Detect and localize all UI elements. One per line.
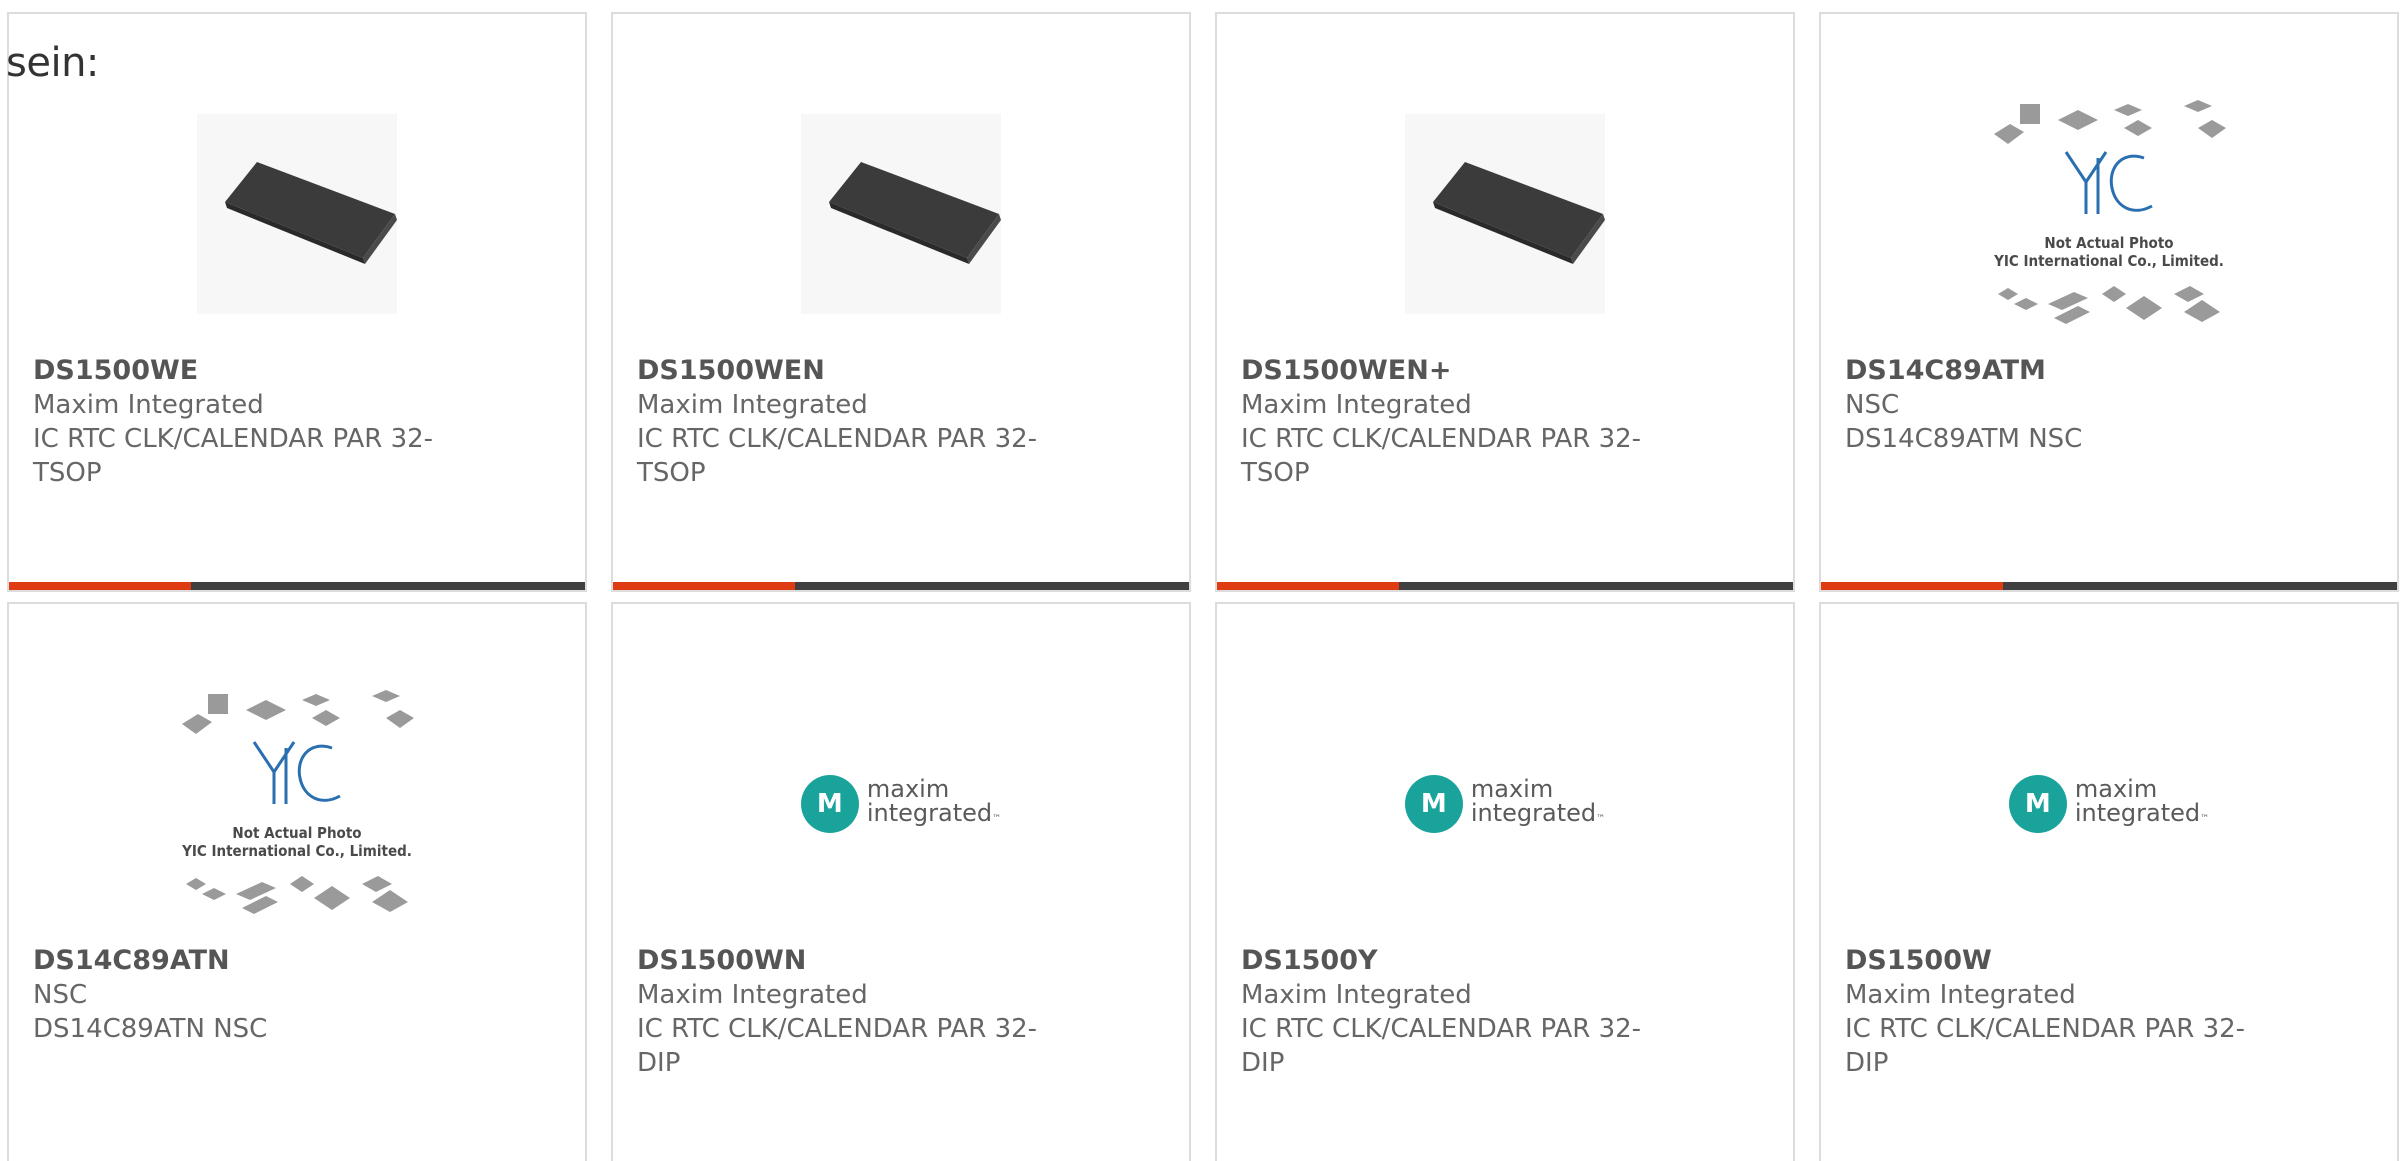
description: DS14C89ATM NSC <box>1845 424 2083 454</box>
product-image[interactable] <box>1217 74 1793 354</box>
product-info: DS1500W Maxim Integrated IC RTC CLK/CALE… <box>1845 944 2275 1080</box>
product-image[interactable] <box>9 74 585 354</box>
product-card[interactable]: Not Actual Photo YIC International Co., … <box>7 602 587 1161</box>
card-bar-accent <box>9 582 191 590</box>
manufacturer: Maxim Integrated <box>1241 390 1472 420</box>
maxim-logo-tm: ™ <box>2200 814 2210 824</box>
maxim-logo: M maxim integrated™ <box>800 775 1002 833</box>
product-info: DS1500WEN+ Maxim Integrated IC RTC CLK/C… <box>1241 354 1671 490</box>
maxim-logo-line1: maxim <box>2074 775 2158 803</box>
manufacturer: Maxim Integrated <box>637 980 868 1010</box>
product-info: DS1500Y Maxim Integrated IC RTC CLK/CALE… <box>1241 944 1671 1080</box>
card-bar-accent <box>1821 582 2003 590</box>
product-card[interactable]: Not Actual Photo YIC International Co., … <box>1819 12 2399 592</box>
description: IC RTC CLK/CALENDAR PAR 32-DIP <box>637 1014 1038 1078</box>
chip-photo <box>801 114 1001 314</box>
product-info: DS14C89ATN NSC DS14C89ATN NSC <box>33 944 463 1046</box>
maxim-logo-mark: M <box>1404 775 1463 833</box>
card-bar <box>613 582 1189 590</box>
part-number[interactable]: DS1500Y <box>1241 944 1671 978</box>
card-bar <box>1217 582 1793 590</box>
yic-caption-line2: YIC International Co., Limited. <box>182 842 412 860</box>
manufacturer: Maxim Integrated <box>1241 980 1472 1010</box>
product-info: DS1500WE Maxim Integrated IC RTC CLK/CAL… <box>33 354 463 490</box>
product-grid: DS1500WE Maxim Integrated IC RTC CLK/CAL… <box>7 12 2399 1161</box>
product-info: DS14C89ATM NSC DS14C89ATM NSC <box>1845 354 2275 456</box>
manufacturer: NSC <box>33 980 88 1010</box>
product-card[interactable]: DS1500WE Maxim Integrated IC RTC CLK/CAL… <box>7 12 587 592</box>
product-image[interactable]: M maxim integrated™ <box>613 664 1189 944</box>
product-card[interactable]: DS1500WEN+ Maxim Integrated IC RTC CLK/C… <box>1215 12 1795 592</box>
product-card[interactable]: DS1500WEN Maxim Integrated IC RTC CLK/CA… <box>611 12 1191 592</box>
manufacturer: NSC <box>1845 390 1900 420</box>
part-number[interactable]: DS1500WE <box>33 354 463 388</box>
maxim-logo: M maxim integrated™ <box>2008 775 2210 833</box>
yic-caption-line1: Not Actual Photo <box>232 824 362 842</box>
manufacturer: Maxim Integrated <box>637 390 868 420</box>
product-image[interactable]: Not Actual Photo YIC International Co., … <box>9 664 585 944</box>
maxim-logo-line2: integrated <box>866 799 993 827</box>
part-number[interactable]: DS1500WEN+ <box>1241 354 1671 388</box>
chip-photo <box>1405 114 1605 314</box>
product-image[interactable]: M maxim integrated™ <box>1217 664 1793 944</box>
chip-photo <box>197 114 397 314</box>
maxim-logo-mark: M <box>800 775 859 833</box>
card-bar-accent <box>1217 582 1399 590</box>
part-number[interactable]: DS1500WN <box>637 944 1067 978</box>
product-card[interactable]: M maxim integrated™ DS1500W Maxim Integr… <box>1819 602 2399 1161</box>
product-image[interactable]: Not Actual Photo YIC International Co., … <box>1821 74 2397 354</box>
maxim-logo-line1: maxim <box>866 775 950 803</box>
maxim-logo-line2: integrated <box>1470 799 1597 827</box>
product-card[interactable]: M maxim integrated™ DS1500WN Maxim Integ… <box>611 602 1191 1161</box>
page: sein: DS1500WE Maxim Integrated IC RTC C… <box>0 0 2400 1161</box>
part-number[interactable]: DS1500W <box>1845 944 2275 978</box>
yic-caption-line1: Not Actual Photo <box>2044 234 2174 252</box>
product-image[interactable] <box>613 74 1189 354</box>
product-info: DS1500WEN Maxim Integrated IC RTC CLK/CA… <box>637 354 1067 490</box>
maxim-logo-tm: ™ <box>1596 814 1606 824</box>
maxim-logo: M maxim integrated™ <box>1404 775 1606 833</box>
product-card[interactable]: M maxim integrated™ DS1500Y Maxim Integr… <box>1215 602 1795 1161</box>
product-image[interactable]: M maxim integrated™ <box>1821 664 2397 944</box>
maxim-logo-line2: integrated <box>2074 799 2201 827</box>
description: IC RTC CLK/CALENDAR PAR 32-DIP <box>1241 1014 1642 1078</box>
manufacturer: Maxim Integrated <box>33 390 264 420</box>
description: IC RTC CLK/CALENDAR PAR 32-DIP <box>1845 1014 2246 1078</box>
part-number[interactable]: DS14C89ATM <box>1845 354 2275 388</box>
yic-placeholder-image: Not Actual Photo YIC International Co., … <box>1974 94 2244 334</box>
description: IC RTC CLK/CALENDAR PAR 32-TSOP <box>1241 424 1642 488</box>
maxim-logo-mark: M <box>2008 775 2067 833</box>
description: IC RTC CLK/CALENDAR PAR 32-TSOP <box>33 424 434 488</box>
product-info: DS1500WN Maxim Integrated IC RTC CLK/CAL… <box>637 944 1067 1080</box>
maxim-logo-tm: ™ <box>992 814 1002 824</box>
part-number[interactable]: DS14C89ATN <box>33 944 463 978</box>
part-number[interactable]: DS1500WEN <box>637 354 1067 388</box>
yic-placeholder-image: Not Actual Photo YIC International Co., … <box>162 684 432 924</box>
maxim-logo-line1: maxim <box>1470 775 1554 803</box>
description: IC RTC CLK/CALENDAR PAR 32-TSOP <box>637 424 1038 488</box>
description: DS14C89ATN NSC <box>33 1014 268 1044</box>
yic-caption-line2: YIC International Co., Limited. <box>1994 252 2224 270</box>
manufacturer: Maxim Integrated <box>1845 980 2076 1010</box>
intro-text: sein: <box>6 40 99 86</box>
card-bar <box>1821 582 2397 590</box>
card-bar <box>9 582 585 590</box>
card-bar-accent <box>613 582 795 590</box>
